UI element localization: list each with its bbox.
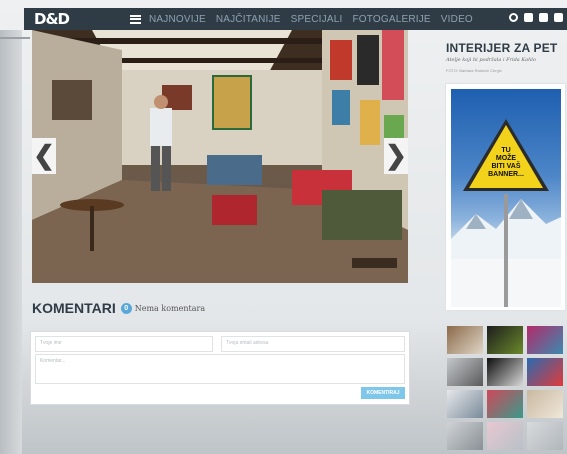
photo-credit: FOTO: Barbara Radović Cergic bbox=[446, 68, 502, 73]
thumbnail[interactable] bbox=[487, 358, 523, 386]
article-title[interactable]: INTERIJER ZA PET bbox=[446, 41, 557, 55]
nav-item-najnovije[interactable]: NAJNOVIJE bbox=[149, 14, 206, 25]
thumbnail[interactable] bbox=[447, 326, 483, 354]
banner-line-1: TU bbox=[501, 147, 511, 154]
thumbnail[interactable] bbox=[487, 422, 523, 450]
thumbnail[interactable] bbox=[447, 390, 483, 418]
banner-line-4: BANNER... bbox=[488, 171, 524, 178]
facebook-icon[interactable] bbox=[524, 13, 533, 22]
mountain-scene bbox=[451, 119, 561, 307]
nav-icons bbox=[503, 13, 563, 22]
gallery-photo: ❮ ❯ bbox=[32, 30, 408, 283]
thumbnail[interactable] bbox=[527, 422, 563, 450]
twitter-icon[interactable] bbox=[539, 13, 548, 22]
menu-icon[interactable] bbox=[130, 14, 141, 24]
ad-banner[interactable]: TU MOŽE BITI VAŠ BANNER... bbox=[445, 83, 566, 311]
thumbnail[interactable] bbox=[527, 326, 563, 354]
top-navigation: D&D NAJNOVIJE NAJČITANIJE SPECIJALI FOTO… bbox=[24, 8, 567, 30]
comments-count-badge: 0 bbox=[120, 302, 132, 314]
comment-textarea[interactable]: Komentar... bbox=[35, 354, 405, 384]
article-subtitle: Atelje koji bi podržala i Frida Kahlo bbox=[446, 57, 536, 63]
thumbnail[interactable] bbox=[527, 358, 563, 386]
nav-item-video[interactable]: VIDEO bbox=[441, 14, 473, 25]
search-icon[interactable] bbox=[509, 13, 518, 22]
comments-header: KOMENTARI 0 Nema komentara bbox=[32, 300, 205, 316]
banner-line-3: BITI VAŠ bbox=[491, 163, 521, 170]
user-icon[interactable] bbox=[554, 13, 563, 22]
site-logo[interactable]: D&D bbox=[34, 11, 74, 27]
comment-form: Tvoje ime Tvoja email adresa Komentar...… bbox=[30, 331, 410, 405]
banner-sign-text: TU MOŽE BITI VAŠ BANNER... bbox=[481, 147, 531, 179]
nav-item-specijali[interactable]: SPECIJALI bbox=[291, 14, 343, 25]
nav-item-najcitanije[interactable]: NAJČITANIJE bbox=[216, 14, 281, 25]
email-field[interactable]: Tvoja email adresa bbox=[221, 336, 405, 352]
thumbnail[interactable] bbox=[447, 358, 483, 386]
slider-next-button[interactable]: ❯ bbox=[384, 138, 408, 174]
thumbnail[interactable] bbox=[527, 390, 563, 418]
thumbnail-grid bbox=[447, 326, 567, 454]
divider bbox=[0, 37, 30, 39]
banner-line-2: MOŽE bbox=[495, 155, 517, 162]
thumbnail[interactable] bbox=[487, 326, 523, 354]
nav-menu: NAJNOVIJE NAJČITANIJE SPECIJALI FOTOGALE… bbox=[149, 14, 483, 25]
name-field[interactable]: Tvoje ime bbox=[35, 336, 213, 352]
left-shadow bbox=[0, 30, 22, 454]
studio-interior-image bbox=[32, 30, 408, 283]
comments-status: Nema komentara bbox=[134, 303, 206, 313]
thumbnail[interactable] bbox=[447, 422, 483, 450]
thumbnail[interactable] bbox=[487, 390, 523, 418]
banner-image: TU MOŽE BITI VAŠ BANNER... bbox=[451, 89, 561, 307]
comments-title: KOMENTARI bbox=[32, 300, 116, 316]
slider-prev-button[interactable]: ❮ bbox=[32, 138, 56, 174]
submit-comment-button[interactable]: KOMENTIRAJ bbox=[361, 387, 405, 399]
nav-item-fotogalerije[interactable]: FOTOGALERIJE bbox=[352, 14, 430, 25]
